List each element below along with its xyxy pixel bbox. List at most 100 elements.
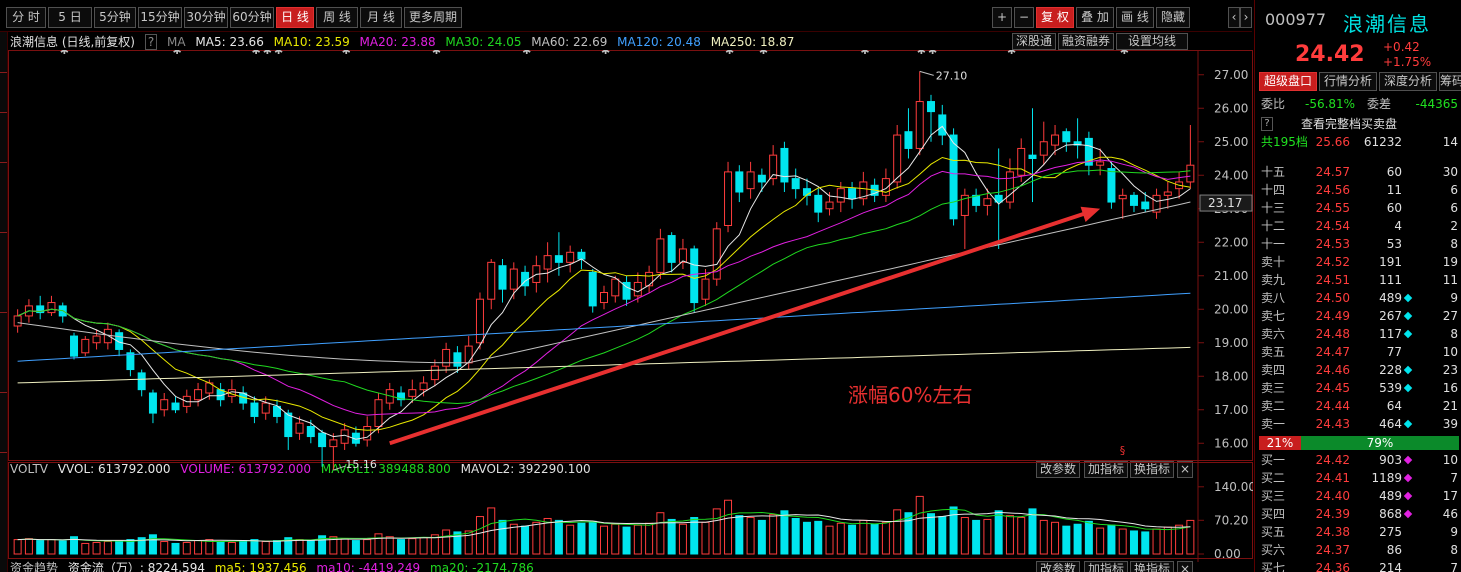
total-price: 25.66 (1315, 135, 1350, 149)
volume-bar (848, 524, 857, 555)
ma-settings-button[interactable]: 设置均线 (1116, 33, 1188, 50)
candle-body (126, 352, 135, 371)
volume-bar (442, 529, 451, 555)
volume-bar (36, 540, 45, 555)
toolbar-action-button[interactable]: + (992, 7, 1012, 28)
fund-edit-params-button[interactable]: 改参数 (1036, 561, 1080, 572)
total-count: 14 (1442, 135, 1458, 149)
order-price: 24.48 (1315, 327, 1350, 341)
candle-body (611, 278, 620, 297)
event-marker-icon: ✱ (274, 50, 283, 57)
high-price-label: 27.10 (936, 69, 968, 82)
period-button[interactable]: 日 线 (276, 7, 314, 28)
period-button[interactable]: 15分钟 (138, 7, 182, 28)
toolbar-action-button[interactable]: 隐藏 (1156, 7, 1190, 28)
order-price: 24.37 (1315, 543, 1350, 557)
volume-bar (351, 540, 360, 555)
candle-body (1005, 171, 1014, 203)
order-count: 8 (1450, 543, 1458, 557)
candle-body (701, 278, 710, 300)
tab-chips[interactable]: 筹码 (1439, 72, 1461, 91)
volume-bar (261, 541, 270, 555)
tab-deep-analysis[interactable]: 深度分析 (1379, 72, 1437, 91)
candle-body (588, 271, 597, 307)
candle-body (284, 412, 293, 438)
volume-bar (1152, 528, 1161, 555)
margin-trading-button[interactable]: 融资融券 (1058, 33, 1114, 50)
tab-super-book[interactable]: 超级盘口 (1259, 72, 1317, 91)
volume-bar (633, 524, 642, 555)
fund-ma20-value: ma20: -2174.786 (430, 561, 534, 572)
prev-arrow-icon[interactable]: ‹ (1228, 7, 1240, 28)
current-price-label: 23.17 (1208, 196, 1242, 210)
event-marker-icon: ✱ (432, 50, 441, 57)
rise-annotation: 涨幅60%左右 (848, 383, 972, 407)
price-tick-label: 19.00 (1214, 336, 1248, 350)
order-level-label: 十五 (1261, 165, 1286, 179)
toolbar-action-button[interactable]: 复 权 (1036, 7, 1074, 28)
price-tick-label: 25.00 (1214, 135, 1248, 149)
volume-bar (227, 541, 236, 555)
candle-body (881, 178, 890, 196)
toolbar-action-button[interactable]: 画 线 (1116, 7, 1154, 28)
order-price: 24.44 (1315, 399, 1350, 413)
candlestick-chart[interactable]: 27.0026.0025.0024.0023.0022.0021.0020.00… (8, 50, 1253, 562)
volume-bar (600, 525, 608, 555)
volume-bar (1129, 530, 1138, 555)
low-price-label: 15.16 (345, 458, 377, 471)
candle-body (848, 188, 857, 200)
period-button[interactable]: 5分钟 (94, 7, 136, 28)
order-volume: 111 (1379, 273, 1402, 287)
candle-body (1039, 141, 1048, 156)
order-volume: 64 (1386, 399, 1402, 413)
volume-bar (194, 540, 203, 555)
ma-toggle[interactable]: ? (144, 34, 158, 50)
volume-bar (295, 539, 304, 555)
hk-connect-button[interactable]: 深股通 (1012, 33, 1056, 50)
toolbar-action-button[interactable]: 叠 加 (1076, 7, 1114, 28)
candle-body (92, 335, 101, 344)
change-amount: +0.42 (1383, 40, 1420, 54)
order-price: 24.43 (1315, 417, 1350, 431)
volume-bar (791, 517, 800, 555)
volume-bar (1017, 517, 1026, 555)
candle-body (893, 134, 902, 183)
next-arrow-icon[interactable]: › (1240, 7, 1252, 28)
ma30-value: MA30: 24.05 (445, 35, 522, 49)
large-order-marker-icon (1403, 311, 1413, 321)
toolbar-action-button[interactable]: − (1014, 7, 1034, 28)
weicha-value: -44365 (1415, 97, 1458, 111)
period-button[interactable]: 分 时 (6, 7, 46, 28)
period-button[interactable]: 周 线 (316, 7, 358, 28)
volume-bar (893, 509, 902, 555)
period-button[interactable]: 5 日 (48, 7, 92, 28)
full-book-row[interactable]: ? 查看完整档买卖盘 (1255, 115, 1461, 133)
full-book-link[interactable]: 查看完整档买卖盘 (1301, 115, 1397, 133)
weibi-value: -56.81% (1305, 97, 1356, 111)
period-button[interactable]: 30分钟 (184, 7, 228, 28)
tab-market-analysis[interactable]: 行情分析 (1319, 72, 1377, 91)
fund-close-icon[interactable]: × (1177, 561, 1193, 572)
candle-body (904, 131, 913, 149)
candle-body (509, 268, 518, 290)
volume-bar (588, 520, 597, 555)
period-button[interactable]: 月 线 (360, 7, 402, 28)
order-price: 24.46 (1315, 363, 1350, 377)
period-button[interactable]: 更多周期 (404, 7, 462, 28)
volume-bar (374, 533, 383, 555)
order-volume: 60 (1386, 165, 1402, 179)
volume-bar (712, 508, 721, 555)
fund-change-indicator-button[interactable]: 换指标 (1130, 561, 1174, 572)
order-book-row: 卖七 24.49 267 27 (1255, 307, 1461, 325)
candle-body (318, 432, 327, 448)
fund-add-indicator-button[interactable]: 加指标 (1084, 561, 1128, 572)
order-volume: 53 (1386, 237, 1402, 251)
large-order-marker-icon (1403, 419, 1413, 429)
candle-body (746, 171, 755, 190)
price-tick-label: 21.00 (1214, 269, 1248, 283)
candle-body (81, 338, 90, 354)
help-icon[interactable]: ? (1261, 117, 1273, 131)
candle-body (453, 352, 462, 367)
ma60-value: MA60: 22.69 (531, 35, 608, 49)
period-button[interactable]: 60分钟 (230, 7, 274, 28)
